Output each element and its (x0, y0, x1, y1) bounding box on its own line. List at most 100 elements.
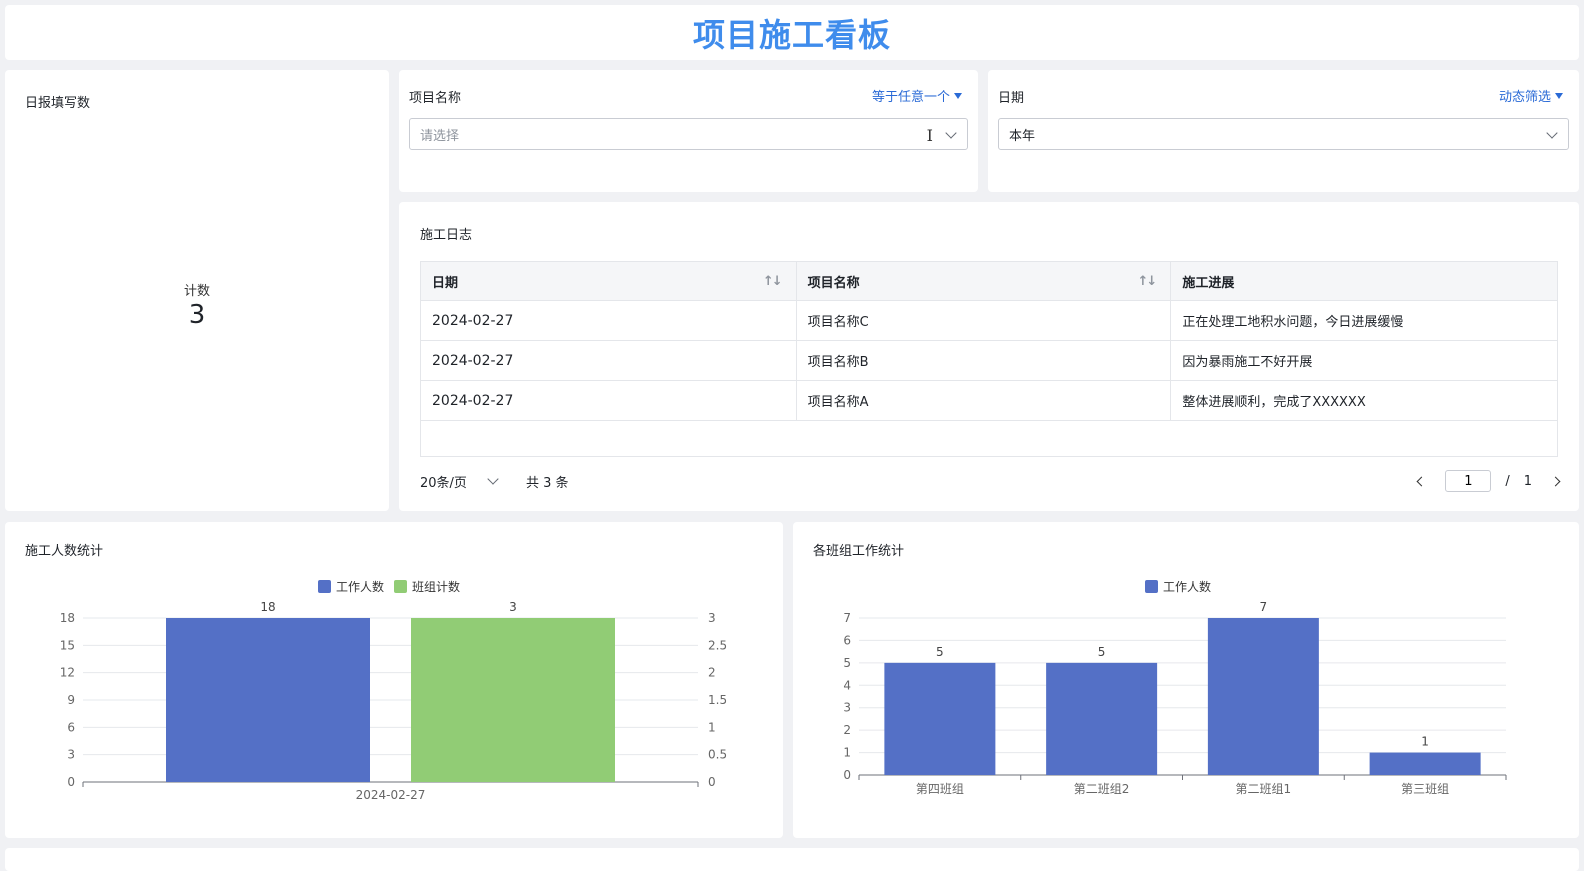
sort-icon[interactable]: ↑↓ (763, 274, 783, 289)
y-tick-label: 3 (843, 701, 851, 715)
y-tick-label: 0 (67, 775, 75, 789)
chevron-left-icon[interactable] (1416, 476, 1427, 486)
caret-down-icon (954, 92, 962, 99)
y2-tick-label: 2.5 (708, 638, 727, 652)
y-tick-label: 3 (67, 748, 75, 762)
page-number-input[interactable] (1445, 470, 1492, 492)
footer-strip (5, 848, 1579, 871)
total-pages: 1 (1523, 473, 1532, 489)
y-tick-label: 1 (843, 746, 851, 760)
chevron-right-icon[interactable] (1550, 476, 1561, 486)
column-header-progress: 施工进展 (1170, 261, 1558, 301)
caret-down-icon (1555, 92, 1563, 99)
count-card-title: 日报填写数 (25, 96, 91, 111)
y2-tick-label: 2 (708, 666, 716, 680)
page-size-select[interactable]: 20条/页 (420, 472, 512, 491)
cell-progress: 正在处理工地积水问题，今日进展缓慢 (1170, 300, 1558, 341)
date-select[interactable]: 本年 (998, 118, 1569, 150)
y-tick-label: 12 (60, 666, 75, 680)
table-row[interactable]: 2024-02-27 项目名称B 因为暴雨施工不好开展 (420, 340, 1558, 381)
project-filter-mode-label: 等于任意一个 (871, 90, 950, 105)
legend-swatch (1145, 580, 1158, 593)
legend-swatch (394, 580, 407, 593)
legend-swatch (318, 580, 331, 593)
x-tick-label: 第二班组2 (1074, 782, 1130, 796)
y-tick-label: 6 (67, 720, 75, 734)
page-title: 项目施工看板 (692, 15, 891, 54)
project-select-placeholder: 请选择 (420, 128, 460, 144)
data-label: 18 (260, 600, 275, 614)
column-header-label: 日期 (432, 275, 459, 291)
construction-log-card: 施工日志 日期 ↑↓ 项目名称 ↑↓ 施工进展 2024-02-27 项目名称C 正… (399, 202, 1579, 511)
date-filter-card: 日期 动态筛选 本年 (988, 70, 1579, 192)
table-row[interactable]: 2024-02-27 项目名称A 整体进展顺利，完成了XXXXXX (420, 380, 1558, 421)
table-empty-row (420, 420, 1558, 457)
x-tick-label: 第三班组 (1401, 782, 1449, 796)
bar (1369, 752, 1481, 775)
date-select-value: 本年 (1009, 128, 1036, 144)
teams-chart-card: 各班组工作统计 工作人数 0 1 2 3 4 5 6 7 5 第四班组 5 第二班组2 7 第二班组1 1 第三… (793, 522, 1579, 838)
report-count-card: 日报填写数 计数 3 (5, 70, 389, 511)
legend-label: 工作人数 (1163, 579, 1211, 594)
cell-project: 项目名称A (795, 380, 1172, 421)
y2-tick-label: 0 (708, 775, 716, 789)
project-filter-card: 项目名称 等于任意一个 请选择 I (399, 70, 978, 192)
y2-tick-label: 1.5 (708, 693, 727, 707)
legend-label: 工作人数 (336, 579, 384, 594)
y-tick-label: 5 (843, 656, 851, 670)
cell-progress: 因为暴雨施工不好开展 (1170, 340, 1558, 381)
bar (1207, 618, 1319, 775)
metric-label: 计数 (183, 284, 210, 299)
y-tick-label: 6 (843, 633, 851, 647)
cell-progress: 整体进展顺利，完成了XXXXXX (1170, 380, 1558, 421)
bar (166, 618, 370, 782)
page-separator: / (1505, 473, 1510, 489)
column-header-project[interactable]: 项目名称 ↑↓ (795, 261, 1172, 301)
project-filter-mode[interactable]: 等于任意一个 (872, 86, 962, 105)
chevron-down-icon (1546, 127, 1558, 139)
cell-project: 项目名称B (795, 340, 1172, 381)
column-header-label: 项目名称 (807, 275, 860, 291)
log-table: 日期 ↑↓ 项目名称 ↑↓ 施工进展 2024-02-27 项目名称C 正在处理工地… (420, 261, 1558, 457)
workers-bar-chart: 工作人数 班组计数 0 3 6 9 12 15 18 0 0.5 1 1.5 2 2.5 3 2024-02-2… (60, 579, 727, 802)
y-tick-label: 4 (843, 678, 851, 692)
teams-bar-chart: 工作人数 0 1 2 3 4 5 6 7 5 第四班组 5 第二班组2 7 第二班组1 1 第三班组 (843, 579, 1507, 796)
x-tick-label: 第四班组 (916, 782, 964, 796)
x-tick-label: 第二班组1 (1236, 782, 1292, 796)
cell-date: 2024-02-27 (420, 380, 797, 421)
project-filter-label: 项目名称 (409, 91, 462, 106)
y-tick-label: 15 (60, 638, 75, 652)
metric-value: 3 (188, 300, 206, 330)
y-tick-label: 7 (843, 611, 851, 625)
date-filter-mode-label: 动态筛选 (1498, 90, 1551, 105)
y-tick-label: 18 (60, 611, 75, 625)
column-header-date[interactable]: 日期 ↑↓ (420, 261, 797, 301)
sort-icon[interactable]: ↑↓ (1138, 274, 1158, 289)
table-row[interactable]: 2024-02-27 项目名称C 正在处理工地积水问题，今日进展缓慢 (420, 300, 1558, 341)
data-label: 5 (936, 645, 944, 659)
project-select[interactable]: 请选择 I (409, 118, 968, 150)
y2-tick-label: 0.5 (708, 748, 727, 762)
bar (884, 662, 996, 775)
pager-left: 20条/页 共 3 条 (420, 472, 569, 491)
cell-date: 2024-02-27 (420, 300, 797, 341)
header-bar: 项目施工看板 (5, 5, 1579, 60)
pager-right: / 1 (1416, 470, 1561, 492)
log-title: 施工日志 (420, 228, 473, 243)
date-filter-mode[interactable]: 动态筛选 (1499, 86, 1563, 105)
data-label: 5 (1098, 645, 1106, 659)
data-label: 7 (1260, 600, 1268, 614)
legend-label: 班组计数 (412, 579, 460, 594)
page-size-label: 20条/页 (420, 476, 467, 491)
cell-project: 项目名称C (795, 300, 1172, 341)
y-tick-label: 9 (67, 693, 75, 707)
chevron-down-icon (945, 127, 957, 139)
x-tick-label: 2024-02-27 (356, 788, 426, 802)
cell-date: 2024-02-27 (420, 340, 797, 381)
y-tick-label: 2 (843, 723, 851, 737)
workers-chart-card: 施工人数统计 工作人数 班组计数 0 3 6 9 12 15 18 0 0.5 1 1.5 2 2.5 3 20… (5, 522, 783, 838)
bar (411, 618, 615, 782)
y2-tick-label: 3 (708, 611, 716, 625)
y2-tick-label: 1 (708, 720, 716, 734)
date-filter-label: 日期 (998, 91, 1025, 106)
